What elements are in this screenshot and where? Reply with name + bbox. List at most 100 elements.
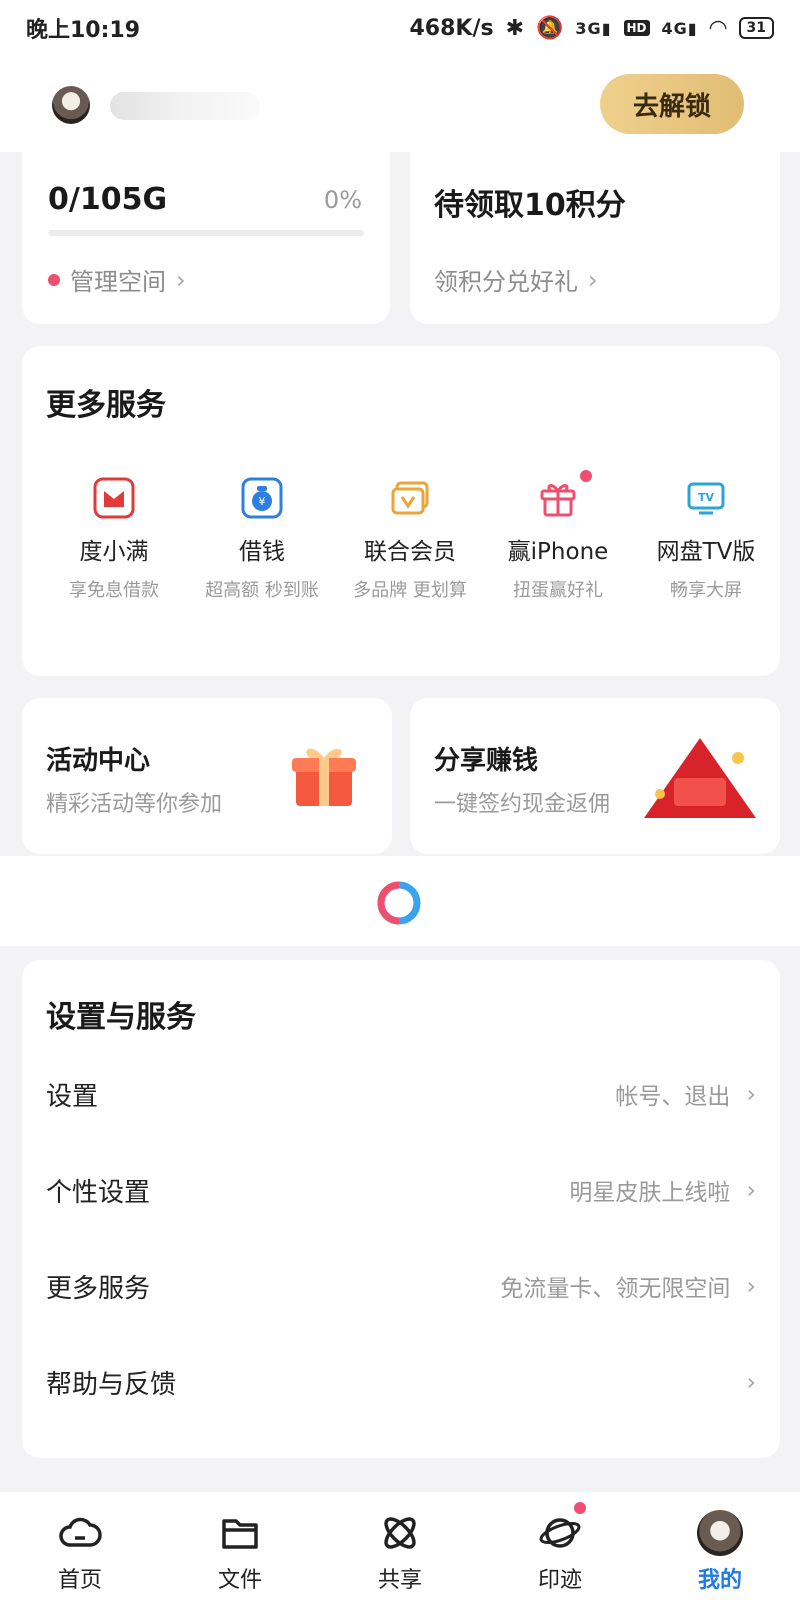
cloud-icon — [57, 1510, 103, 1556]
loading-spinner-icon — [377, 881, 421, 925]
row-label: 帮助与反馈 — [46, 1369, 177, 1400]
chevron-right-icon: › — [746, 1080, 756, 1108]
folder-icon — [217, 1510, 263, 1556]
mute-icon: 🔕 — [536, 15, 564, 41]
nav-home[interactable]: 首页 — [0, 1492, 160, 1600]
unlock-button[interactable]: 去解锁 — [600, 74, 744, 134]
service-subtitle: 多品牌 更划算 — [353, 580, 467, 601]
money-bag-icon: ¥ — [240, 476, 284, 520]
loading-indicator-area — [0, 856, 800, 946]
service-borrow[interactable]: ¥ 借钱 超高额 秒到账 — [188, 476, 336, 602]
bluetooth-icon: ✱ — [505, 15, 525, 41]
status-icons: 468K/s ✱ 🔕 3G▮ HD 4G▮ ◠ 31 — [409, 16, 774, 41]
promo-title: 分享赚钱 — [434, 746, 539, 776]
row-label: 更多服务 — [46, 1273, 151, 1304]
avatar[interactable] — [52, 86, 90, 124]
storage-progress-bar — [48, 230, 364, 236]
chevron-right-icon: › — [746, 1272, 756, 1300]
chevron-right-icon: › — [746, 1176, 756, 1204]
gift-box-icon — [536, 476, 580, 520]
row-detail: › — [730, 1368, 756, 1396]
service-subtitle: 享免息借款 — [69, 580, 159, 601]
nav-label: 首页 — [57, 1568, 102, 1593]
points-card[interactable]: 待领取10积分 领积分兑好礼 › — [410, 152, 780, 324]
hd-badge: HD — [623, 20, 650, 36]
nav-label: 共享 — [377, 1568, 422, 1593]
chevron-right-icon: › — [176, 265, 186, 294]
orbit-icon — [377, 1510, 423, 1556]
row-detail: 帐号、退出 › — [615, 1080, 756, 1110]
bottom-navigation: 首页 文件 共享 印迹 我的 — [0, 1492, 800, 1600]
settings-title: 设置与服务 — [46, 1000, 196, 1035]
profile-header: 去解锁 — [0, 56, 800, 152]
nav-traces[interactable]: 印迹 — [480, 1492, 640, 1600]
new-badge-dot — [580, 470, 592, 482]
chevron-right-icon: › — [588, 265, 598, 294]
service-name: 借钱 — [239, 539, 285, 565]
service-subtitle: 扭蛋赢好礼 — [513, 580, 603, 601]
row-detail: 明星皮肤上线啦 › — [569, 1176, 756, 1206]
settings-row-more-services[interactable]: 更多服务 免流量卡、领无限空间 › — [22, 1238, 780, 1334]
notice-dot — [48, 273, 60, 286]
nav-share[interactable]: 共享 — [320, 1492, 480, 1600]
settings-row-settings[interactable]: 设置 帐号、退出 › — [22, 1046, 780, 1142]
promo-title: 活动中心 — [46, 746, 151, 776]
nav-mine[interactable]: 我的 — [640, 1492, 800, 1600]
wifi-icon: ◠ — [709, 15, 727, 41]
row-label: 设置 — [46, 1081, 99, 1112]
svg-text:TV: TV — [698, 491, 715, 504]
signal-3g-icon: 3G▮ — [575, 18, 612, 38]
manage-space-link[interactable]: 管理空间 › — [48, 262, 186, 297]
vip-card-icon — [388, 476, 432, 520]
service-subtitle: 畅享大屏 — [670, 580, 742, 601]
clock: 晚上10:19 — [26, 18, 141, 43]
nav-label: 文件 — [217, 1568, 262, 1593]
profile-avatar-icon — [697, 1510, 743, 1556]
nav-files[interactable]: 文件 — [160, 1492, 320, 1600]
nav-label: 印迹 — [537, 1568, 582, 1593]
service-joint-membership[interactable]: 联合会员 多品牌 更划算 — [336, 476, 484, 602]
service-name: 度小满 — [79, 539, 149, 565]
avatar — [697, 1510, 743, 1556]
tv-icon: TV — [684, 476, 728, 520]
service-tv-version[interactable]: TV 网盘TV版 畅享大屏 — [632, 476, 780, 602]
points-redeem-link[interactable]: 领积分兑好礼 › — [434, 262, 598, 297]
service-name: 赢iPhone — [507, 539, 609, 565]
username-blurred — [110, 92, 260, 120]
settings-row-personalization[interactable]: 个性设置 明星皮肤上线啦 › — [22, 1142, 780, 1238]
service-duxiaoman[interactable]: 度小满 享免息借款 — [40, 476, 188, 602]
settings-card: 设置与服务 设置 帐号、退出 › 个性设置 明星皮肤上线啦 › 更多服务 免流量… — [22, 960, 780, 1458]
points-redeem-label: 领积分兑好礼 — [434, 268, 578, 296]
services-grid: 度小满 享免息借款 ¥ 借钱 超高额 秒到账 联合会员 多品牌 更划算 赢iPh… — [40, 470, 780, 602]
storage-used: 0/105G — [48, 182, 168, 217]
new-badge-dot — [574, 1502, 586, 1514]
promo-subtitle: 一键签约现金返佣 — [434, 792, 611, 817]
service-subtitle: 超高额 秒到账 — [205, 580, 319, 601]
status-bar: 晚上10:19 468K/s ✱ 🔕 3G▮ HD 4G▮ ◠ 31 — [0, 0, 800, 56]
battery-icon: 31 — [738, 17, 774, 39]
promo-subtitle: 精彩活动等你参加 — [46, 792, 223, 817]
chevron-right-icon: › — [746, 1368, 756, 1396]
signal-4g-icon: 4G▮ — [661, 18, 698, 38]
settings-row-help-feedback[interactable]: 帮助与反馈 › — [22, 1334, 780, 1430]
svg-text:¥: ¥ — [259, 495, 266, 508]
red-envelope-icon — [644, 738, 756, 818]
more-services-title: 更多服务 — [46, 388, 166, 423]
points-title: 待领取10积分 — [434, 188, 626, 223]
activity-center-card[interactable]: 活动中心 精彩活动等你参加 — [22, 698, 392, 854]
storage-card[interactable]: 0/105G 0% 管理空间 › — [22, 152, 390, 324]
service-name: 联合会员 — [364, 539, 456, 565]
nav-label: 我的 — [697, 1568, 742, 1593]
row-label: 个性设置 — [46, 1177, 151, 1208]
share-earn-card[interactable]: 分享赚钱 一键签约现金返佣 — [410, 698, 780, 854]
planet-icon — [537, 1510, 583, 1556]
storage-percent: 0% — [323, 186, 362, 214]
service-win-iphone[interactable]: 赢iPhone 扭蛋赢好礼 — [484, 470, 632, 602]
more-services-card: 更多服务 度小满 享免息借款 ¥ 借钱 超高额 秒到账 联合会员 多品牌 更划算 — [22, 346, 780, 676]
service-name: 网盘TV版 — [656, 539, 756, 565]
duxiaoman-icon — [92, 476, 136, 520]
gift-box-icon — [292, 748, 356, 806]
network-speed: 468K/s — [409, 15, 494, 41]
manage-space-label: 管理空间 — [70, 268, 166, 296]
row-detail: 免流量卡、领无限空间 › — [500, 1272, 756, 1302]
